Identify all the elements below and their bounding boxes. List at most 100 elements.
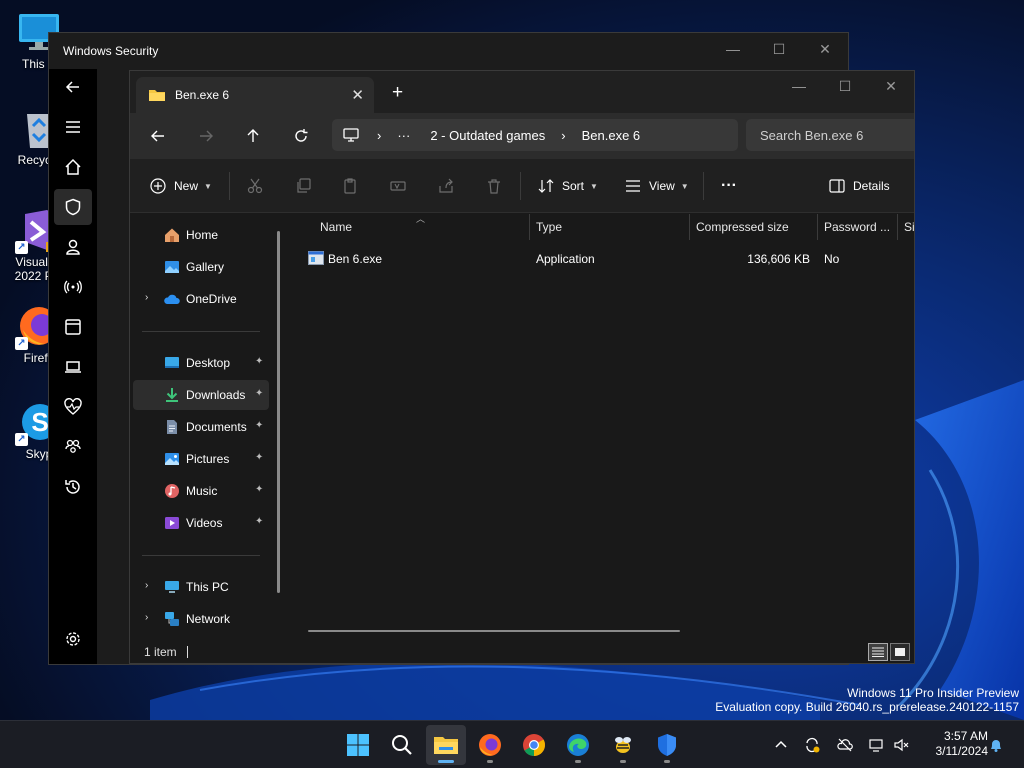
nav-device-health[interactable]	[54, 389, 92, 425]
close-button[interactable]: ✕	[868, 71, 914, 101]
taskbar-edge[interactable]	[558, 725, 598, 765]
column-divider[interactable]	[817, 214, 818, 240]
nav-item-network[interactable]: › Network	[133, 604, 269, 634]
up-button[interactable]	[241, 125, 265, 147]
breadcrumb-overflow[interactable]: ···	[397, 128, 410, 143]
taskbar-file-explorer[interactable]	[426, 725, 466, 765]
new-button[interactable]: New ▼	[150, 176, 212, 196]
divider	[142, 555, 260, 556]
nav-item-music[interactable]: Music ✦	[133, 476, 269, 506]
firefox-icon	[479, 734, 501, 756]
search-icon	[392, 735, 412, 755]
back-button[interactable]	[146, 125, 170, 147]
column-header-size[interactable]: Si	[904, 214, 914, 240]
nav-pane-scrollbar[interactable]	[277, 231, 280, 593]
taskbar-clock[interactable]: 3:57 AM 3/11/2024	[922, 729, 989, 759]
taskbar-firefox[interactable]	[470, 725, 510, 765]
column-header-name[interactable]: Name	[320, 214, 352, 240]
more-options-button[interactable]: ···	[721, 176, 737, 196]
nav-account[interactable]	[54, 229, 92, 265]
tray-onedrive[interactable]	[835, 735, 855, 755]
new-tab-button[interactable]: +	[392, 83, 403, 103]
nav-firewall[interactable]	[54, 269, 92, 305]
breadcrumb-separator[interactable]: ›	[377, 128, 381, 143]
nav-virus-protection[interactable]	[54, 189, 92, 225]
breadcrumb[interactable]: › ··· 2 - Outdated games › Ben.exe 6	[332, 119, 738, 151]
paste-button[interactable]	[342, 176, 358, 196]
breadcrumb-item[interactable]: 2 - Outdated games	[430, 128, 545, 143]
notifications-button[interactable]	[986, 735, 1006, 755]
cut-button[interactable]	[247, 176, 263, 196]
nav-item-videos[interactable]: Videos ✦	[133, 508, 269, 538]
device-icon	[65, 361, 81, 373]
nav-item-documents[interactable]: Documents ✦	[133, 412, 269, 442]
nav-item-label: Network	[186, 612, 231, 626]
nav-item-label: Documents	[186, 420, 247, 434]
maximize-button[interactable]: ☐	[756, 33, 802, 65]
chevron-down-icon: ▼	[590, 181, 598, 191]
start-button[interactable]	[338, 725, 378, 765]
column-divider[interactable]	[529, 214, 530, 240]
minimize-button[interactable]: —	[710, 33, 756, 65]
delete-button[interactable]	[486, 176, 502, 196]
tab-close-button[interactable]: ✕	[351, 86, 364, 104]
tiles-view-button[interactable]	[890, 643, 910, 661]
pin-icon: ✦	[255, 388, 264, 399]
arrow-right-icon	[200, 130, 213, 142]
tab-ben-exe-6[interactable]: Ben.exe 6 ✕	[136, 77, 374, 113]
nav-item-gallery[interactable]: Gallery	[133, 252, 269, 282]
tab-label: Ben.exe 6	[175, 88, 230, 102]
nav-item-onedrive[interactable]: › OneDrive	[133, 284, 269, 314]
column-divider[interactable]	[689, 214, 690, 240]
maximize-button[interactable]: ☐	[822, 71, 868, 101]
details-view-button[interactable]	[868, 643, 888, 661]
breadcrumb-item[interactable]: Ben.exe 6	[582, 128, 641, 143]
column-header-compressed-size[interactable]: Compressed size	[696, 214, 789, 240]
rename-button[interactable]	[390, 176, 406, 196]
nav-protection-history[interactable]	[54, 469, 92, 505]
evaluation-watermark: Windows 11 Pro Insider Preview Evaluatio…	[715, 686, 1019, 714]
nav-item-pictures[interactable]: Pictures ✦	[133, 444, 269, 474]
nav-home[interactable]	[54, 149, 92, 185]
close-button[interactable]: ✕	[802, 33, 848, 65]
nav-device-security[interactable]	[54, 349, 92, 385]
refresh-button[interactable]	[289, 125, 313, 147]
view-button[interactable]: View ▼	[625, 176, 689, 196]
file-explorer-icon	[434, 737, 458, 754]
breadcrumb-separator[interactable]: ›	[561, 128, 565, 143]
taskbar-search-button[interactable]	[382, 725, 422, 765]
share-button[interactable]	[438, 176, 454, 196]
show-hidden-icons-button[interactable]	[771, 735, 791, 755]
column-divider[interactable]	[897, 214, 898, 240]
column-header-password[interactable]: Password ...	[824, 214, 890, 240]
menu-button[interactable]	[54, 109, 92, 145]
forward-button[interactable]	[194, 125, 218, 147]
nav-app-browser[interactable]	[54, 309, 92, 345]
chevron-right-icon[interactable]: ›	[145, 612, 148, 623]
chevron-right-icon[interactable]: ›	[145, 292, 148, 303]
table-row[interactable]: Ben 6.exe Application 136,606 KB No	[306, 247, 908, 269]
copy-button[interactable]	[295, 176, 311, 196]
taskbar-chrome[interactable]	[514, 725, 554, 765]
taskbar-windows-security[interactable]	[647, 725, 687, 765]
nav-settings[interactable]	[54, 621, 92, 657]
chevron-right-icon[interactable]: ›	[145, 580, 148, 591]
back-button[interactable]	[54, 69, 92, 105]
column-header-type[interactable]: Type	[536, 214, 562, 240]
horizontal-scrollbar[interactable]	[308, 630, 680, 632]
nav-item-desktop[interactable]: Desktop ✦	[133, 348, 269, 378]
nav-item-downloads[interactable]: Downloads ✦	[133, 380, 269, 410]
divider	[142, 331, 260, 332]
file-explorer-window[interactable]: Ben.exe 6 ✕ + — ☐ ✕ › ··· 2 - Outdated g…	[129, 70, 915, 664]
details-pane-button[interactable]: Details	[829, 176, 890, 196]
tray-sync[interactable]	[802, 735, 822, 755]
tray-network[interactable]	[867, 735, 887, 755]
search-input[interactable]: Search Ben.exe 6	[746, 119, 914, 151]
sort-button[interactable]: Sort ▼	[538, 176, 598, 196]
nav-item-home[interactable]: Home	[133, 220, 269, 250]
minimize-button[interactable]: —	[776, 71, 822, 101]
nav-item-this-pc[interactable]: › This PC	[133, 572, 269, 602]
nav-family-options[interactable]	[54, 429, 92, 465]
taskbar-bee-app[interactable]	[603, 725, 643, 765]
tray-volume[interactable]	[891, 735, 911, 755]
